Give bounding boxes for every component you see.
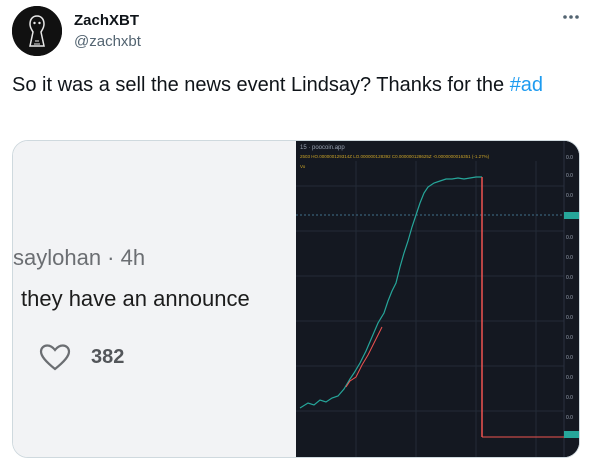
user-handle[interactable]: @zachxbt — [74, 33, 141, 50]
price-marker — [564, 431, 579, 438]
current-price-marker — [564, 212, 579, 219]
axis-tick: 0.0 — [566, 295, 573, 301]
chart-header-source: 15 · poocoin.app — [300, 145, 345, 151]
reply-screenshot-image: saylohan · 4h they have an announce 382 — [13, 141, 296, 457]
axis-tick: 0.0 — [566, 275, 573, 281]
reply-author-time: saylohan · 4h — [13, 245, 146, 270]
more-options-button[interactable] — [560, 6, 582, 28]
avatar[interactable] — [12, 6, 62, 56]
hashtag-link[interactable]: #ad — [510, 74, 543, 96]
axis-tick: 0.0 — [566, 335, 573, 341]
ellipsis-icon — [563, 15, 579, 19]
axis-tick: 0.0 — [566, 155, 573, 161]
axis-tick: 0.0 — [566, 255, 573, 261]
tweet-text: So it was a sell the news event Lindsay?… — [12, 72, 580, 99]
axis-tick: 0.0 — [566, 235, 573, 241]
axis-tick: 0.0 — [566, 315, 573, 321]
tweet-media[interactable]: saylohan · 4h they have an announce 382 — [12, 140, 580, 458]
like-button: 382 — [39, 343, 124, 371]
axis-tick: 0.0 — [566, 355, 573, 361]
price-chart: 15 · poocoin.app 2503 HO.000000129314Z L… — [296, 141, 579, 457]
chart-header-ohlc: 2503 HO.000000129314Z LO.000000128392 C0… — [300, 154, 490, 159]
display-name[interactable]: ZachXBT — [74, 12, 139, 29]
chart-header-volume: Vo — [300, 164, 306, 169]
price-chart-image: 15 · poocoin.app 2503 HO.000000129314Z L… — [296, 141, 579, 457]
axis-tick: 0.0 — [566, 193, 573, 199]
tweet-text-main: So it was a sell the news event Lindsay?… — [12, 74, 510, 96]
ghost-figure-icon — [12, 6, 62, 56]
axis-tick: 0.0 — [566, 173, 573, 179]
reply-text: they have an announce — [21, 286, 250, 311]
axis-tick: 0.0 — [566, 375, 573, 381]
like-count: 382 — [91, 345, 125, 368]
axis-tick: 0.0 — [566, 415, 573, 421]
heart-icon — [39, 344, 71, 371]
axis-tick: 0.0 — [566, 395, 573, 401]
